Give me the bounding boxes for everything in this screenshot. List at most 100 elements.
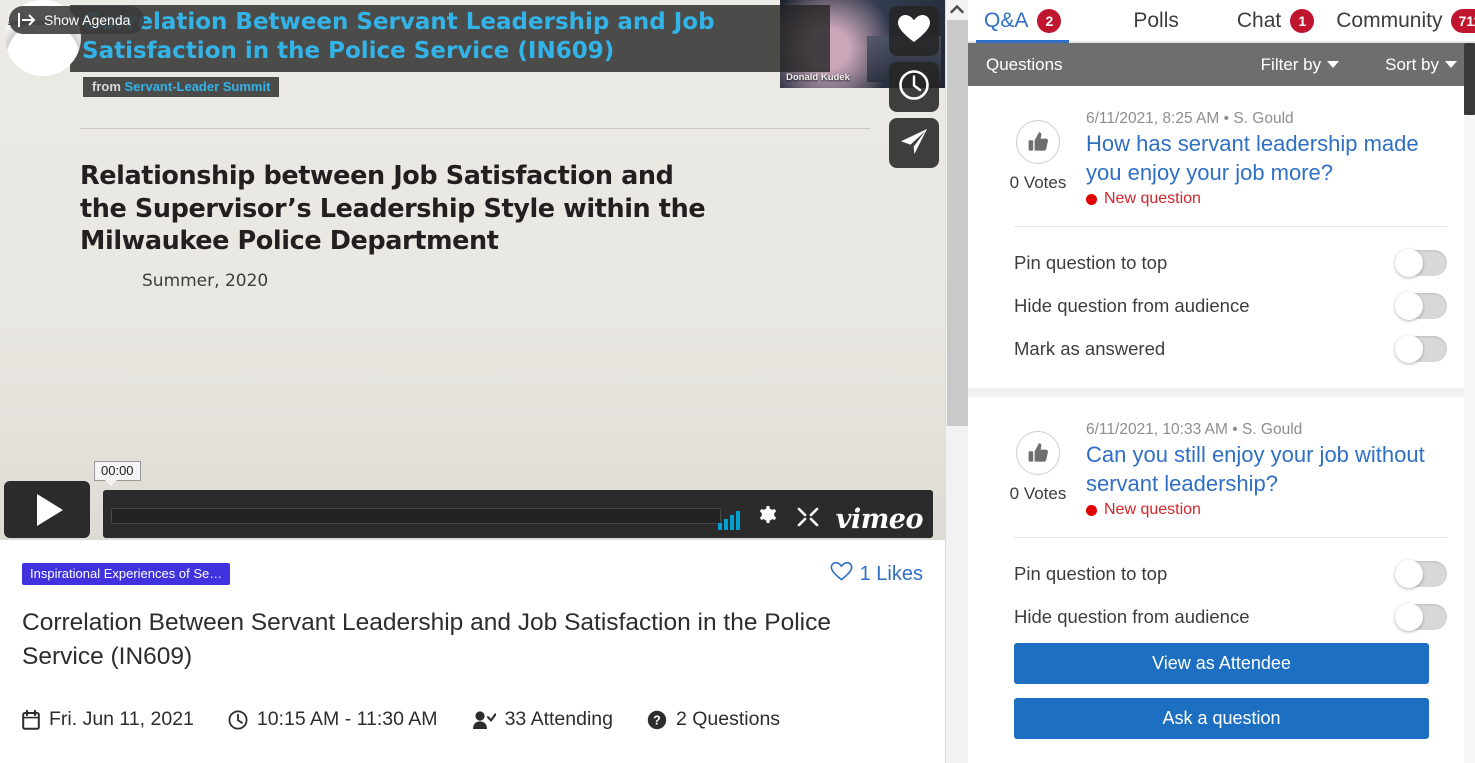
vote-number: 0 [1010, 484, 1019, 503]
presenter-name-label: Donald Kudek [786, 72, 850, 83]
likes-control[interactable]: 1 Likes [830, 561, 923, 588]
questions-toolbar: Questions Filter by Sort by [968, 43, 1475, 86]
video-channel-text[interactable]: from Servant-Leader Summit [92, 79, 270, 94]
progress-bar-container[interactable]: vimeo [103, 490, 933, 538]
webinar-session-page: Relationship between Job Satisfaction an… [0, 0, 1475, 763]
current-time-tooltip: 00:00 [94, 461, 141, 481]
question-status: New question [1086, 190, 1457, 208]
fullscreen-icon[interactable] [796, 506, 820, 533]
slide-title: Relationship between Job Satisfaction an… [80, 160, 720, 258]
toggle-hide-label: Hide question from audience [1014, 295, 1250, 317]
question-timestamp: 6/11/2021, 10:33 AM • S. Gould [1086, 421, 1457, 439]
tab-qa-label: Q&A [984, 9, 1028, 33]
tab-qa-badge: 2 [1037, 9, 1061, 33]
session-badge-row: Inspirational Experiences of Se… 1 Likes [22, 562, 923, 586]
questions-toolbar-title: Questions [986, 55, 1261, 75]
tab-chat[interactable]: Chat 1 [1237, 0, 1314, 42]
watch-later-button[interactable] [889, 62, 939, 112]
tab-chat-badge: 1 [1290, 9, 1314, 33]
upvote-button[interactable] [1016, 120, 1060, 164]
session-main-column: Relationship between Job Satisfaction an… [0, 0, 945, 763]
toggle-mark-answered[interactable]: Mark as answered [1014, 327, 1447, 370]
progress-bar-track[interactable] [111, 508, 721, 524]
toggle-pin-label: Pin question to top [1014, 563, 1167, 585]
toggle-knob [1395, 249, 1423, 277]
question-text[interactable]: How has servant leadership made you enjo… [1086, 130, 1457, 187]
play-icon [37, 494, 63, 526]
panel-tab-bar: Q&A 2 Polls Chat 1 Community 711 [968, 0, 1475, 43]
chevron-up-icon [950, 4, 964, 14]
status-dot-icon [1086, 505, 1097, 516]
session-meta-row: Fri. Jun 11, 2021 10:15 AM - 11:30 AM [22, 708, 780, 731]
question-status-label: New question [1104, 501, 1201, 519]
toggle-pin-switch[interactable] [1395, 561, 1447, 587]
chevron-down-icon [1445, 61, 1457, 68]
question-text[interactable]: Can you still enjoy your job without ser… [1086, 441, 1457, 498]
video-channel-prefix: from [92, 79, 125, 94]
ask-a-question-button[interactable]: Ask a question [1014, 698, 1429, 739]
scroll-up-button[interactable] [946, 0, 968, 18]
tab-community-label: Community [1336, 9, 1442, 33]
question-body: 6/11/2021, 10:33 AM • S. Gould Can you s… [1080, 421, 1457, 519]
track-badge[interactable]: Inspirational Experiences of Se… [22, 563, 230, 585]
video-player[interactable]: Relationship between Job Satisfaction an… [0, 0, 945, 540]
video-channel-name[interactable]: Servant-Leader Summit [125, 79, 271, 94]
player-right-controls: vimeo [718, 504, 923, 535]
filter-by-dropdown[interactable]: Filter by [1261, 55, 1339, 75]
settings-gear-icon[interactable] [756, 505, 780, 534]
sort-by-label: Sort by [1385, 55, 1439, 75]
upvote-button[interactable] [1016, 431, 1060, 475]
scrollbar-thumb[interactable] [947, 20, 968, 426]
play-button[interactable] [4, 481, 90, 538]
tab-qa[interactable]: Q&A 2 [984, 0, 1061, 42]
slide-divider [80, 128, 870, 129]
session-date-text: Fri. Jun 11, 2021 [49, 708, 194, 731]
session-details: Inspirational Experiences of Se… 1 Likes… [0, 540, 945, 763]
page-scrollbar[interactable] [945, 0, 968, 763]
toggle-hide-question[interactable]: Hide question from audience [1014, 595, 1447, 638]
volume-icon[interactable] [718, 510, 740, 530]
show-agenda-label: Show Agenda [44, 12, 130, 28]
toggle-pin-question[interactable]: Pin question to top [1014, 552, 1447, 595]
heart-icon [897, 14, 931, 49]
toggle-pin-question[interactable]: Pin question to top [1014, 241, 1447, 284]
toggle-pin-label: Pin question to top [1014, 252, 1167, 274]
vote-control[interactable]: 0 Votes [996, 421, 1080, 519]
session-questions: ? 2 Questions [647, 708, 780, 731]
agenda-arrow-icon [17, 12, 37, 28]
session-title: Correlation Between Servant Leadership a… [22, 606, 852, 674]
toggle-hide-switch[interactable] [1395, 293, 1447, 319]
video-title-text[interactable]: Correlation Between Servant Leadership a… [82, 8, 818, 67]
toggle-hide-switch[interactable] [1395, 604, 1447, 630]
tab-polls[interactable]: Polls [1133, 0, 1179, 42]
vimeo-logo[interactable]: vimeo [836, 504, 923, 535]
session-attendance-text: 33 Attending [505, 708, 613, 731]
tab-chat-label: Chat [1237, 9, 1281, 33]
question-header: 0 Votes 6/11/2021, 8:25 AM • S. Gould Ho… [968, 86, 1475, 208]
attendees-icon [472, 710, 496, 730]
toggle-pin-switch[interactable] [1395, 250, 1447, 276]
question-moderation-toggles: Pin question to top Hide question from a… [968, 538, 1475, 656]
toggle-answered-switch[interactable] [1395, 336, 1447, 362]
panel-scrollbar-thumb[interactable] [1464, 43, 1475, 115]
vote-control[interactable]: 0 Votes [996, 110, 1080, 208]
question-body: 6/11/2021, 8:25 AM • S. Gould How has se… [1080, 110, 1457, 208]
like-video-button[interactable] [889, 6, 939, 56]
view-as-attendee-button[interactable]: View as Attendee [1014, 643, 1429, 684]
toggle-answered-label: Mark as answered [1014, 338, 1165, 360]
toggle-hide-question[interactable]: Hide question from audience [1014, 284, 1447, 327]
session-time-text: 10:15 AM - 11:30 AM [257, 708, 438, 731]
thumbs-up-icon [1026, 441, 1050, 465]
vote-count: 0 Votes [1010, 484, 1067, 504]
show-agenda-button[interactable]: Show Agenda [9, 6, 144, 34]
session-time: 10:15 AM - 11:30 AM [228, 708, 438, 731]
panel-scrollbar[interactable] [1464, 43, 1475, 763]
share-video-button[interactable] [889, 118, 939, 168]
tab-community[interactable]: Community 711 [1336, 0, 1475, 42]
sort-by-dropdown[interactable]: Sort by [1385, 55, 1457, 75]
vote-label: Votes [1024, 173, 1067, 192]
toggle-knob [1395, 560, 1423, 588]
heart-outline-icon [830, 561, 853, 588]
player-control-bar: vimeo [0, 478, 945, 540]
session-date: Fri. Jun 11, 2021 [22, 708, 194, 731]
